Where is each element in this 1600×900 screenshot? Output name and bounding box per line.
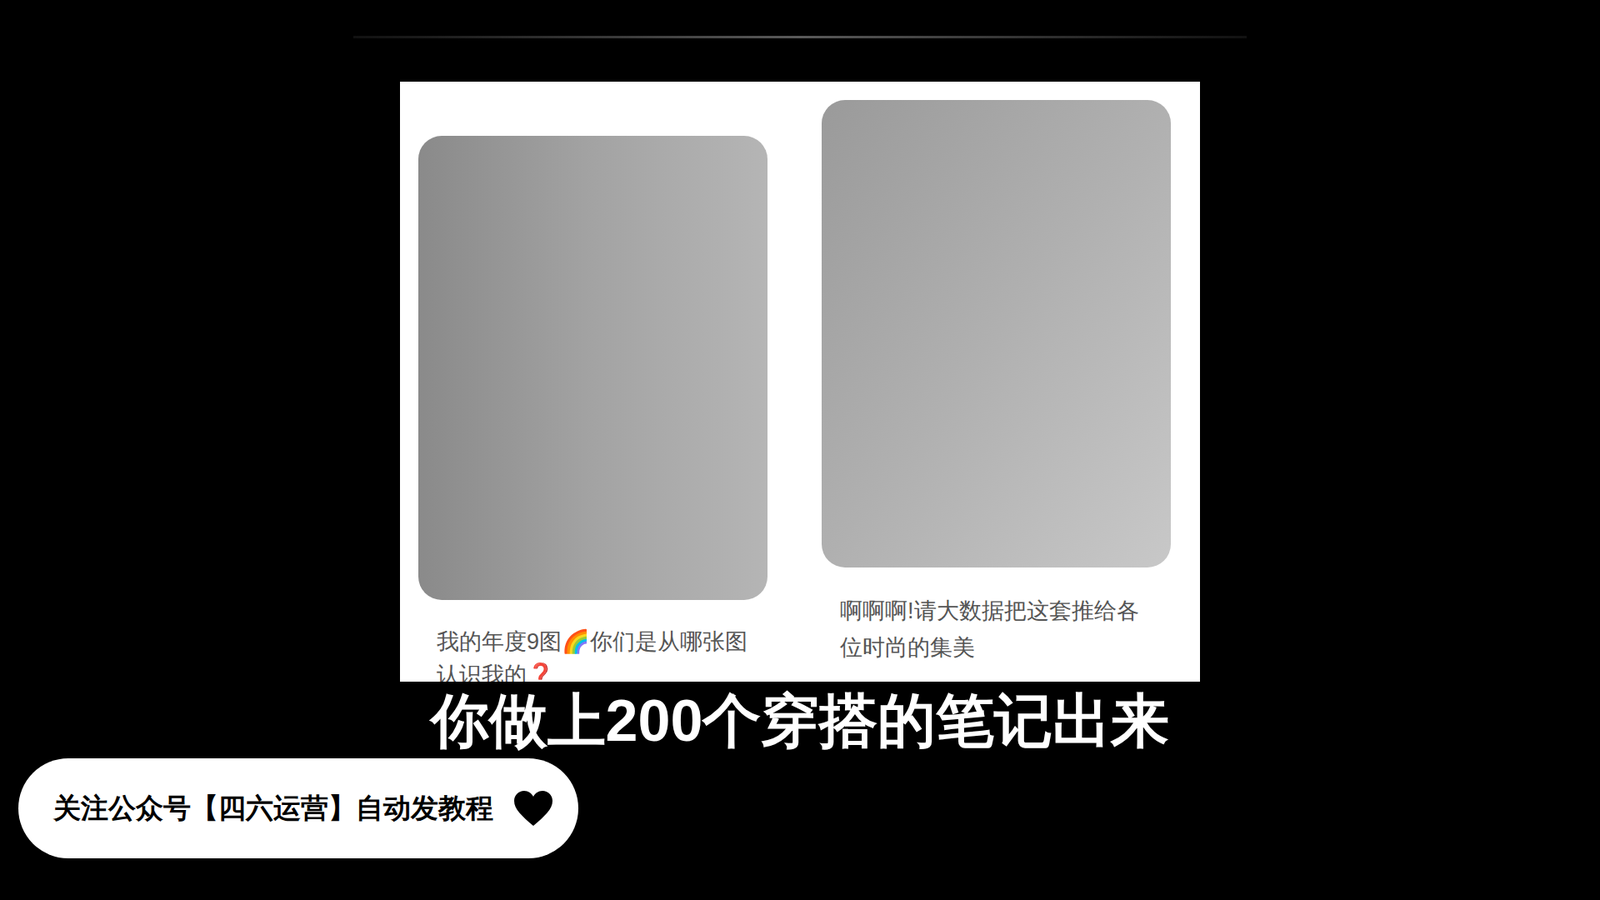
note-caption: 啊啊啊!请大数据把这套推给各位时尚的集美 <box>821 592 1171 666</box>
ootd-collage <box>821 100 1171 568</box>
banner-text: 关注公众号【四六运营】自动发教程 <box>53 787 494 830</box>
feed-screenshot: 我的年度9图🌈你们是从哪张图认识我的❓ 啊啊啊!请大数据把这套推给各位时尚的集美 <box>400 81 1200 682</box>
note-card[interactable]: 我的年度9图🌈你们是从哪张图认识我的❓ <box>418 81 768 682</box>
outfit-before-after <box>418 135 768 600</box>
note-card[interactable]: 啊啊啊!请大数据把这套推给各位时尚的集美 <box>821 81 1171 666</box>
video-frame: 我的年度9图🌈你们是从哪张图认识我的❓ 啊啊啊!请大数据把这套推给各位时尚的集美你… <box>0 0 1600 900</box>
note-caption: 我的年度9图🌈你们是从哪张图认识我的❓ <box>418 625 768 682</box>
heart-icon <box>513 790 554 827</box>
top-divider <box>353 35 1247 39</box>
follow-banner[interactable]: 关注公众号【四六运营】自动发教程 <box>18 758 579 859</box>
subtitle: 你做上200个穿搭的笔记出来 <box>430 686 1170 755</box>
